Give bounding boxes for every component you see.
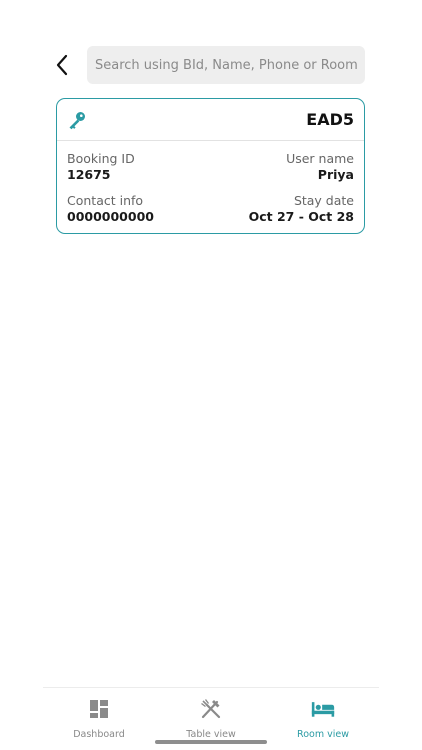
booking-card[interactable]: EAD5 Booking ID 12675 User name Priya Co… <box>56 98 365 234</box>
contact-label: Contact info <box>67 193 144 208</box>
room-id: EAD5 <box>306 110 354 129</box>
booking-id-label: Booking ID <box>67 151 135 166</box>
contact-field: Contact info 0000000000 <box>67 193 154 225</box>
booking-id-field: Booking ID 12675 <box>67 151 135 183</box>
room-search-screen: EAD5 Booking ID 12675 User name Priya Co… <box>0 0 422 750</box>
bed-icon <box>311 697 335 721</box>
contact-value: 0000000000 <box>67 209 154 224</box>
nav-label-dashboard: Dashboard <box>73 729 125 740</box>
chevron-left-icon <box>56 54 68 76</box>
key-icon <box>69 111 85 129</box>
booking-card-header: EAD5 <box>57 99 364 141</box>
nav-label-room-view: Room view <box>297 729 349 740</box>
nav-label-table-view: Table view <box>186 729 236 740</box>
fork-knife-icon <box>199 697 223 721</box>
nav-item-dashboard[interactable]: Dashboard <box>43 688 155 750</box>
stay-date-value: Oct 27 - Oct 28 <box>248 209 354 224</box>
stay-date-field: Stay date Oct 27 - Oct 28 <box>249 193 354 225</box>
booking-card-body: Booking ID 12675 User name Priya Contact… <box>57 141 364 225</box>
user-name-value: Priya <box>317 167 354 182</box>
search-header <box>0 46 422 84</box>
back-button[interactable] <box>50 52 74 78</box>
search-box[interactable] <box>87 46 365 84</box>
user-name-field: User name Priya <box>286 151 354 183</box>
info-row-booking: Booking ID 12675 User name Priya <box>67 151 354 183</box>
dashboard-icon <box>87 697 111 721</box>
stay-date-label: Stay date <box>293 193 354 208</box>
home-indicator <box>155 740 267 744</box>
booking-id-value: 12675 <box>67 167 111 182</box>
user-name-label: User name <box>286 151 354 166</box>
info-row-contact: Contact info 0000000000 Stay date Oct 27… <box>67 193 354 225</box>
nav-item-room-view[interactable]: Room view <box>267 688 379 750</box>
search-input[interactable] <box>95 57 357 73</box>
